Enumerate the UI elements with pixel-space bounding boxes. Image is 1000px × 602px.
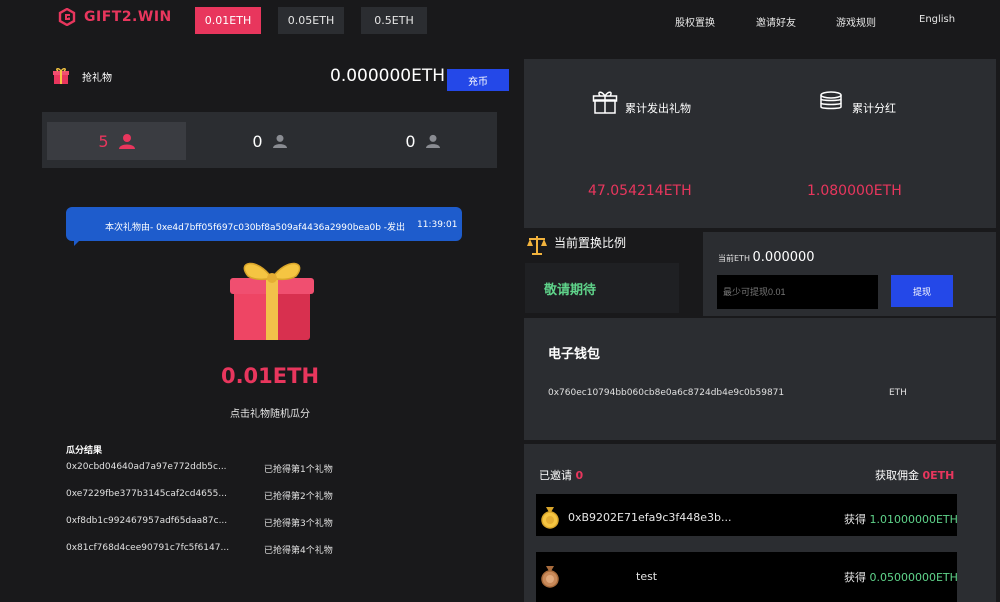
tab-0-05eth[interactable]: 0.05ETH — [278, 7, 344, 34]
wallet-address[interactable]: 0x760ec10794bb060cb8e0a6c8724db4e9c0b598… — [548, 388, 784, 398]
gift-amount: 0.01ETH — [220, 364, 320, 388]
tab-0-5eth[interactable]: 0.5ETH — [361, 7, 427, 34]
result-address: 0xf8db1c992467957adf65daa87c... — [66, 516, 228, 526]
result-rank: 已抢得第2个礼物 — [264, 492, 333, 502]
gold-medal-icon — [541, 507, 559, 529]
user-icon — [118, 134, 135, 149]
commission-value: 0ETH — [922, 469, 955, 482]
total-dividend-label: 累计分红 — [852, 102, 896, 115]
invitee-gain: 获得 1.01000000ETH — [844, 511, 958, 527]
withdraw-button[interactable]: 提现 — [891, 275, 953, 307]
exchange-ratio-title: 当前置换比例 — [554, 236, 627, 250]
invited-count: 已邀请 0 — [539, 467, 583, 483]
stats-panel — [524, 59, 996, 228]
tab-0-01eth[interactable]: 0.01ETH — [195, 7, 261, 34]
invitee-gain-label: 获得 — [844, 513, 866, 526]
result-address: 0x20cbd04640ad7a97e772ddb5c... — [66, 462, 227, 472]
gift-small-icon — [53, 68, 69, 84]
results-title: 瓜分结果 — [66, 446, 103, 456]
logo-text: GIFT2.WIN — [84, 9, 172, 25]
wallet-currency: ETH — [889, 388, 907, 398]
bubble-tail — [74, 236, 84, 246]
nav-invite-friends[interactable]: 邀请好友 — [756, 14, 796, 29]
invitee-name: test — [636, 570, 658, 583]
invitee-gain: 获得 0.05000000ETH — [844, 569, 958, 585]
counter-3[interactable]: 0 — [353, 122, 492, 160]
nav-equity-exchange[interactable]: 股权置换 — [675, 14, 715, 29]
invited-count-value: 0 — [575, 469, 584, 482]
nav-game-rules[interactable]: 游戏规则 — [836, 14, 876, 29]
logo[interactable]: GIFT2.WIN — [58, 8, 172, 26]
gift-outline-icon — [592, 91, 618, 114]
wallet-panel — [524, 318, 996, 440]
gift-sender-message: 本次礼物由- 0xe4d7bff05f697c030bf8a509af4436a… — [105, 223, 406, 233]
gift-box-icon[interactable] — [226, 254, 318, 344]
result-rank: 已抢得第1个礼物 — [264, 465, 333, 475]
user-icon — [425, 134, 440, 148]
gift-message-time: 11:39:01 — [417, 220, 458, 230]
total-dividend-value: 1.080000ETH — [807, 183, 902, 199]
grab-gift-label: 抢礼物 — [82, 72, 112, 84]
wallet-title: 电子钱包 — [548, 347, 601, 362]
withdraw-amount-input[interactable] — [717, 275, 878, 309]
invitee-gain-value: 0.05000000ETH — [869, 571, 958, 584]
total-gifts-label: 累计发出礼物 — [625, 102, 691, 115]
invitee-name: 0xB9202E71efa9c3f448e3b... — [568, 511, 732, 524]
logo-icon — [58, 8, 76, 26]
counter-3-value: 0 — [405, 131, 416, 151]
bronze-medal-icon — [541, 566, 559, 588]
coins-icon — [820, 91, 842, 110]
eth-balance: 0.000000ETH — [330, 66, 446, 86]
invited-label: 已邀请 — [539, 469, 572, 482]
nav-language[interactable]: English — [919, 14, 955, 25]
player-counters: 5 0 0 — [42, 112, 497, 168]
current-eth-label: 当前ETH — [718, 254, 750, 263]
gift-hint: 点击礼物随机瓜分 — [230, 409, 310, 420]
result-rank: 已抢得第3个礼物 — [264, 519, 333, 529]
counter-1[interactable]: 5 — [47, 122, 186, 160]
commission-label: 获取佣金 — [875, 469, 919, 482]
total-gifts-value: 47.054214ETH — [588, 183, 692, 199]
exchange-pending: 敬请期待 — [544, 283, 597, 298]
commission: 获取佣金 0ETH — [875, 467, 954, 483]
current-eth: 当前ETH 0.000000 — [718, 250, 815, 265]
current-eth-value: 0.000000 — [752, 250, 815, 265]
counter-2[interactable]: 0 — [200, 122, 339, 160]
grab-gift-row: 抢礼物 — [52, 67, 112, 85]
invitee-gain-label: 获得 — [844, 571, 866, 584]
user-icon — [272, 134, 287, 148]
counter-1-value: 5 — [98, 131, 109, 151]
result-rank: 已抢得第4个礼物 — [264, 546, 333, 556]
result-address: 0xe7229fbe377b3145caf2cd4655... — [66, 489, 227, 499]
result-address: 0x81cf768d4cee90791c7fc5f6147... — [66, 543, 230, 553]
charge-button[interactable]: 充币 — [447, 69, 509, 91]
invitee-gain-value: 1.01000000ETH — [869, 513, 958, 526]
counter-2-value: 0 — [252, 131, 263, 151]
scale-icon — [527, 236, 547, 255]
